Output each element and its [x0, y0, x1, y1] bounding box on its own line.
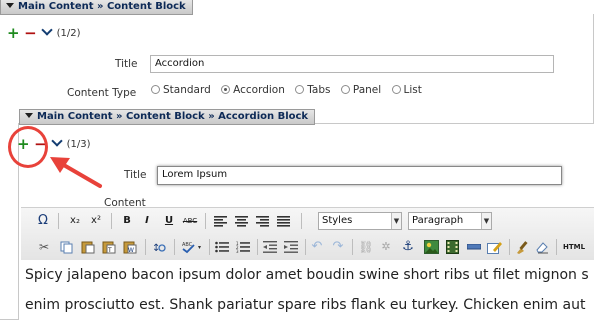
outer-item-controls: + − (1/2) [7, 24, 81, 42]
dropdown-arrow-icon: ▼ [391, 213, 401, 229]
outer-breadcrumb: Main Content » Content Block [18, 1, 186, 12]
toolbar-divider [58, 213, 59, 229]
superscript-button[interactable]: x² [88, 212, 104, 230]
styles-select[interactable]: Styles ▼ [318, 212, 402, 230]
spellcheck-icon[interactable]: ABC [181, 239, 203, 254]
outdent-icon[interactable] [263, 241, 277, 253]
inner-item-count: (1/3) [66, 139, 91, 150]
image-icon[interactable] [424, 240, 439, 254]
format-select-value: Paragraph [412, 215, 464, 226]
styles-select-value: Styles [322, 215, 353, 226]
align-center-icon[interactable] [235, 216, 248, 227]
collapse-triangle-icon[interactable] [6, 3, 14, 8]
svg-text:3: 3 [236, 249, 239, 253]
cut-icon[interactable]: ✂ [36, 238, 52, 256]
subscript-button[interactable]: x₂ [67, 212, 83, 230]
italic-button[interactable]: I [139, 212, 155, 230]
redo-icon[interactable]: ↷ [330, 238, 346, 256]
link-icon[interactable]: ⛓ [358, 238, 374, 256]
inner-breadcrumb: Main Content » Content Block » Accordion… [37, 111, 309, 122]
annotation-circle [8, 126, 48, 168]
paste-word-icon[interactable]: W [123, 240, 137, 254]
svg-text:W: W [128, 247, 134, 254]
remove-item-icon[interactable]: − [24, 24, 37, 42]
paste-text-icon[interactable]: T [102, 240, 116, 254]
outer-title-input[interactable]: Accordion [150, 55, 554, 73]
align-justify-icon[interactable] [277, 216, 290, 227]
html-source-button[interactable]: HTML [563, 238, 585, 256]
cleanup-brush-icon[interactable] [515, 240, 529, 254]
inner-section-header[interactable]: Main Content » Content Block » Accordion… [19, 109, 316, 125]
radio-standard-label[interactable]: Standard [163, 84, 211, 96]
editor-toolbar: Ω x₂ x² B I U ABC Styles ▼ Paragraph ▼ ✂ T… [21, 207, 594, 261]
outer-section-header[interactable]: Main Content » Content Block [0, 0, 193, 15]
collapse-triangle-icon[interactable] [25, 113, 33, 118]
copy-icon[interactable] [60, 241, 73, 254]
content-type-radio-group: Standard Accordion Tabs Panel List [144, 84, 422, 96]
indent-icon[interactable] [284, 241, 298, 253]
align-right-icon[interactable] [256, 216, 269, 227]
toolbar-divider [301, 213, 302, 229]
radio-panel[interactable] [340, 85, 350, 94]
strikethrough-button[interactable]: ABC [182, 212, 198, 230]
toolbar-divider [352, 239, 353, 255]
bold-button[interactable]: B [119, 212, 135, 230]
toolbar-divider [257, 239, 258, 255]
radio-list[interactable] [391, 85, 401, 94]
inner-title-label: Title [124, 169, 147, 181]
toolbar-divider [205, 213, 206, 229]
toolbar-divider [209, 239, 210, 255]
paste-icon[interactable] [81, 240, 95, 254]
underline-button[interactable]: U [161, 212, 177, 230]
numbered-list-icon[interactable]: 123 [236, 241, 250, 253]
dropdown-arrow-icon: ▼ [481, 213, 491, 229]
toolbar-divider [509, 239, 510, 255]
horizontal-rule-icon[interactable] [467, 244, 481, 250]
edit-attributes-icon[interactable] [487, 240, 502, 254]
radio-panel-label[interactable]: Panel [353, 84, 381, 96]
radio-tabs-label[interactable]: Tabs [307, 84, 330, 96]
chevron-down-icon[interactable] [51, 135, 63, 147]
inner-title-input[interactable]: Lorem Ipsum [157, 166, 562, 185]
anchor-icon[interactable]: ⚓ [400, 238, 416, 256]
editor-content-area[interactable]: Spicy jalapeno bacon ipsum dolor amet bo… [21, 260, 594, 319]
radio-standard[interactable] [151, 85, 160, 94]
outer-title-label: Title [115, 58, 138, 70]
remove-format-icon[interactable] [535, 240, 549, 254]
radio-tabs[interactable] [295, 85, 305, 94]
radio-accordion[interactable] [221, 85, 231, 94]
content-type-label: Content Type [67, 87, 137, 99]
toolbar-divider [145, 239, 146, 255]
unlink-icon[interactable]: ✲ [378, 238, 394, 256]
format-select[interactable]: Paragraph ▼ [408, 212, 492, 230]
annotation-arrow-icon [50, 157, 102, 188]
align-left-icon[interactable] [214, 216, 227, 227]
outer-item-count: (1/2) [56, 28, 81, 39]
toolbar-divider [111, 213, 112, 229]
radio-list-label[interactable]: List [404, 84, 422, 96]
add-item-icon[interactable]: + [7, 24, 20, 42]
chevron-down-icon[interactable] [41, 24, 53, 36]
toolbar-divider [174, 239, 175, 255]
toolbar-divider [556, 239, 557, 255]
bullet-list-icon[interactable] [215, 241, 229, 253]
special-char-icon[interactable]: Ω [35, 212, 51, 230]
media-icon[interactable] [446, 240, 459, 254]
radio-accordion-label[interactable]: Accordion [233, 84, 285, 96]
editor-paragraph-line: enim prosciutto est. Shank pariatur spar… [25, 297, 586, 313]
svg-text:T: T [107, 247, 112, 254]
editor-paragraph-line: Spicy jalapeno bacon ipsum dolor amet bo… [25, 267, 589, 283]
find-replace-icon[interactable]: ↕ [152, 240, 167, 254]
toolbar-divider [305, 239, 306, 255]
undo-icon[interactable]: ↶ [309, 238, 325, 256]
